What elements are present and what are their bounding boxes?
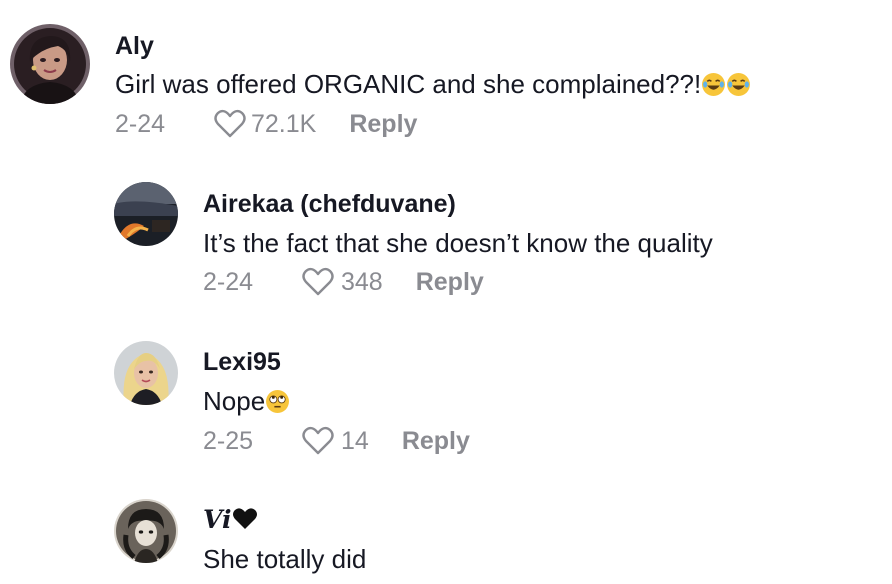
comment-date: 2-24 <box>115 109 166 138</box>
reply-button[interactable]: Reply <box>349 110 417 139</box>
tears-of-joy-emoji-icon <box>701 72 726 97</box>
comment-date: 2-24 <box>203 267 254 296</box>
comment-date: 2-25 <box>203 426 254 455</box>
like-count: 72.1K <box>251 109 317 138</box>
comment-text-vi: She totally did <box>203 544 367 574</box>
heart-outline-icon <box>301 425 335 457</box>
heart-outline-icon <box>213 108 247 140</box>
like-button[interactable]: 14 <box>301 425 369 457</box>
like-count: 14 <box>341 426 369 455</box>
comment-text: Girl was offered ORGANIC and she complai… <box>115 69 702 99</box>
comment-text-lexi95: Nope <box>203 385 290 417</box>
comment-text: Nope <box>203 386 266 416</box>
reply-button[interactable]: Reply <box>402 427 470 456</box>
username-text: Vi <box>203 505 232 534</box>
reply-button[interactable]: Reply <box>416 268 484 297</box>
tears-of-joy-emoji-icon <box>726 72 751 97</box>
avatar-lexi95[interactable] <box>114 341 178 405</box>
comment-meta-airekaa: 2-24 348 Reply <box>203 265 484 299</box>
username-airekaa[interactable]: Airekaa (chefduvane) <box>203 189 456 219</box>
username-aly[interactable]: Aly <box>115 31 154 61</box>
heart-outline-icon <box>301 266 335 298</box>
username-lexi95[interactable]: Lexi95 <box>203 347 281 377</box>
avatar-aly[interactable] <box>10 24 90 104</box>
comment-text-aly: Girl was offered ORGANIC and she complai… <box>115 68 751 100</box>
like-button[interactable]: 72.1K <box>213 108 316 140</box>
comment-meta-aly: 2-24 72.1K Reply <box>115 107 417 141</box>
avatar-vi[interactable] <box>114 499 178 563</box>
comment-meta-lexi95: 2-25 14 Reply <box>203 424 470 458</box>
username-vi[interactable]: Vi <box>203 505 258 535</box>
rolling-eyes-emoji-icon <box>265 389 290 414</box>
like-count: 348 <box>341 267 383 296</box>
avatar-airekaa[interactable] <box>114 182 178 246</box>
black-heart-icon <box>232 507 258 531</box>
comment-text-airekaa: It’s the fact that she doesn’t know the … <box>203 228 713 258</box>
like-button[interactable]: 348 <box>301 266 383 298</box>
